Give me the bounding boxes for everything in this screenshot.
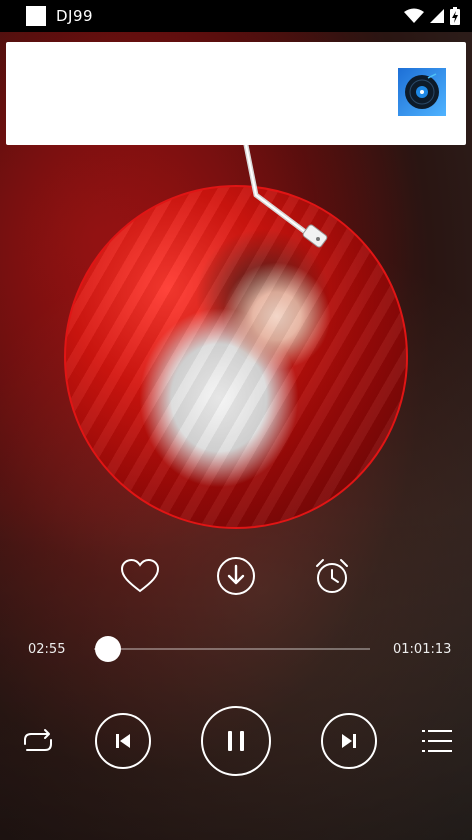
download-icon [217,557,255,595]
status-bar: DJ99 [0,0,472,32]
heart-icon [120,558,160,593]
next-button[interactable] [321,713,377,769]
playlist-button[interactable] [420,726,454,756]
download-button[interactable] [216,556,256,596]
next-icon [342,734,356,748]
cellular-signal-icon [430,9,444,23]
ad-banner[interactable] [6,42,466,145]
total-duration: 01:01:13 [393,642,452,657]
sleep-timer-button[interactable] [312,556,352,596]
playlist-icon [422,730,452,752]
alarm-clock-icon [316,559,348,593]
previous-button[interactable] [95,713,151,769]
favorite-button[interactable] [120,556,160,596]
tonearm-icon [243,145,328,248]
progress-knob[interactable] [94,636,121,662]
pause-icon [228,731,244,751]
dj-disc-logo-icon[interactable] [398,68,446,116]
app-notification-icon [26,6,46,26]
wifi-icon [404,8,424,23]
elapsed-time: 02:55 [28,642,66,657]
repeat-icon [24,729,52,751]
repeat-mode-button[interactable] [20,726,56,758]
progress-bar[interactable] [94,648,370,650]
battery-charging-icon [450,7,460,25]
previous-icon [116,734,130,748]
play-pause-button[interactable] [201,706,271,776]
album-cover-disc [64,185,408,529]
status-app-title: DJ99 [56,7,94,25]
